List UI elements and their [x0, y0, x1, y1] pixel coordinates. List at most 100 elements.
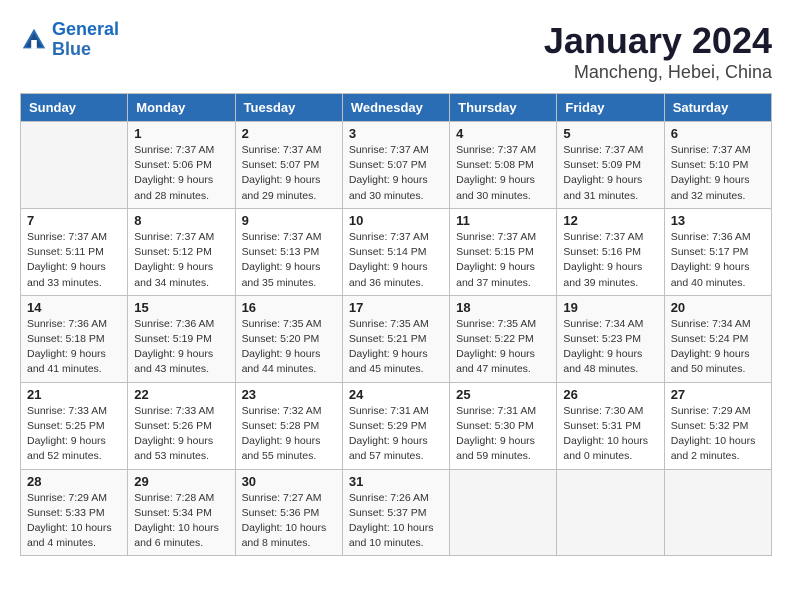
- day-info: Sunrise: 7:37 AM Sunset: 5:08 PM Dayligh…: [456, 143, 550, 204]
- day-info: Sunrise: 7:37 AM Sunset: 5:06 PM Dayligh…: [134, 143, 228, 204]
- day-number: 6: [671, 126, 765, 141]
- day-info: Sunrise: 7:34 AM Sunset: 5:24 PM Dayligh…: [671, 317, 765, 378]
- weekday-header-wednesday: Wednesday: [342, 94, 449, 122]
- day-number: 20: [671, 300, 765, 315]
- calendar-cell: [664, 469, 771, 556]
- logo-line1: General: [52, 19, 119, 39]
- location-title: Mancheng, Hebei, China: [544, 62, 772, 83]
- calendar-cell: 20 Sunrise: 7:34 AM Sunset: 5:24 PM Dayli…: [664, 295, 771, 382]
- day-number: 12: [563, 213, 657, 228]
- weekday-header-saturday: Saturday: [664, 94, 771, 122]
- header: General Blue January 2024 Mancheng, Hebe…: [20, 20, 772, 83]
- day-info: Sunrise: 7:26 AM Sunset: 5:37 PM Dayligh…: [349, 491, 443, 552]
- day-number: 1: [134, 126, 228, 141]
- weekday-header-sunday: Sunday: [21, 94, 128, 122]
- day-info: Sunrise: 7:37 AM Sunset: 5:12 PM Dayligh…: [134, 230, 228, 291]
- month-title: January 2024: [544, 20, 772, 62]
- calendar-cell: 30 Sunrise: 7:27 AM Sunset: 5:36 PM Dayli…: [235, 469, 342, 556]
- week-row-1: 1 Sunrise: 7:37 AM Sunset: 5:06 PM Daylig…: [21, 122, 772, 209]
- day-number: 22: [134, 387, 228, 402]
- calendar-cell: 6Sunrise: 7:37 AM Sunset: 5:10 PM Daylig…: [664, 122, 771, 209]
- calendar-cell: 25 Sunrise: 7:31 AM Sunset: 5:30 PM Dayli…: [450, 382, 557, 469]
- title-block: January 2024 Mancheng, Hebei, China: [544, 20, 772, 83]
- day-number: 4: [456, 126, 550, 141]
- day-number: 17: [349, 300, 443, 315]
- day-info: Sunrise: 7:33 AM Sunset: 5:26 PM Dayligh…: [134, 404, 228, 465]
- day-info: Sunrise: 7:35 AM Sunset: 5:21 PM Dayligh…: [349, 317, 443, 378]
- day-info: Sunrise: 7:27 AM Sunset: 5:36 PM Dayligh…: [242, 491, 336, 552]
- day-number: 18: [456, 300, 550, 315]
- day-info: Sunrise: 7:35 AM Sunset: 5:20 PM Dayligh…: [242, 317, 336, 378]
- day-number: 30: [242, 474, 336, 489]
- calendar-cell: [21, 122, 128, 209]
- calendar-cell: 21 Sunrise: 7:33 AM Sunset: 5:25 PM Dayli…: [21, 382, 128, 469]
- week-row-2: 7 Sunrise: 7:37 AM Sunset: 5:11 PM Daylig…: [21, 208, 772, 295]
- day-number: 11: [456, 213, 550, 228]
- day-info: Sunrise: 7:29 AM Sunset: 5:33 PM Dayligh…: [27, 491, 121, 552]
- weekday-header-thursday: Thursday: [450, 94, 557, 122]
- day-info: Sunrise: 7:37 AM Sunset: 5:11 PM Dayligh…: [27, 230, 121, 291]
- day-info: Sunrise: 7:37 AM Sunset: 5:13 PM Dayligh…: [242, 230, 336, 291]
- weekday-header-row: SundayMondayTuesdayWednesdayThursdayFrid…: [21, 94, 772, 122]
- logo-text: General Blue: [52, 20, 119, 60]
- day-info: Sunrise: 7:33 AM Sunset: 5:25 PM Dayligh…: [27, 404, 121, 465]
- day-number: 21: [27, 387, 121, 402]
- calendar-cell: 1 Sunrise: 7:37 AM Sunset: 5:06 PM Daylig…: [128, 122, 235, 209]
- day-number: 7: [27, 213, 121, 228]
- calendar-cell: [450, 469, 557, 556]
- calendar-cell: 19Sunrise: 7:34 AM Sunset: 5:23 PM Dayli…: [557, 295, 664, 382]
- day-number: 28: [27, 474, 121, 489]
- day-number: 29: [134, 474, 228, 489]
- day-number: 16: [242, 300, 336, 315]
- day-info: Sunrise: 7:37 AM Sunset: 5:07 PM Dayligh…: [349, 143, 443, 204]
- calendar-cell: 17 Sunrise: 7:35 AM Sunset: 5:21 PM Dayli…: [342, 295, 449, 382]
- day-info: Sunrise: 7:28 AM Sunset: 5:34 PM Dayligh…: [134, 491, 228, 552]
- calendar-cell: 14 Sunrise: 7:36 AM Sunset: 5:18 PM Dayli…: [21, 295, 128, 382]
- day-info: Sunrise: 7:36 AM Sunset: 5:17 PM Dayligh…: [671, 230, 765, 291]
- weekday-header-friday: Friday: [557, 94, 664, 122]
- day-info: Sunrise: 7:36 AM Sunset: 5:19 PM Dayligh…: [134, 317, 228, 378]
- day-number: 25: [456, 387, 550, 402]
- day-info: Sunrise: 7:31 AM Sunset: 5:30 PM Dayligh…: [456, 404, 550, 465]
- day-number: 13: [671, 213, 765, 228]
- weekday-header-tuesday: Tuesday: [235, 94, 342, 122]
- day-info: Sunrise: 7:34 AM Sunset: 5:23 PM Dayligh…: [563, 317, 657, 378]
- calendar-cell: 26Sunrise: 7:30 AM Sunset: 5:31 PM Dayli…: [557, 382, 664, 469]
- calendar-cell: 2Sunrise: 7:37 AM Sunset: 5:07 PM Daylig…: [235, 122, 342, 209]
- day-info: Sunrise: 7:36 AM Sunset: 5:18 PM Dayligh…: [27, 317, 121, 378]
- day-info: Sunrise: 7:32 AM Sunset: 5:28 PM Dayligh…: [242, 404, 336, 465]
- day-number: 8: [134, 213, 228, 228]
- day-info: Sunrise: 7:35 AM Sunset: 5:22 PM Dayligh…: [456, 317, 550, 378]
- calendar-cell: 3 Sunrise: 7:37 AM Sunset: 5:07 PM Daylig…: [342, 122, 449, 209]
- day-number: 3: [349, 126, 443, 141]
- day-number: 31: [349, 474, 443, 489]
- logo: General Blue: [20, 20, 119, 60]
- day-number: 9: [242, 213, 336, 228]
- calendar-cell: 12Sunrise: 7:37 AM Sunset: 5:16 PM Dayli…: [557, 208, 664, 295]
- calendar-cell: 24 Sunrise: 7:31 AM Sunset: 5:29 PM Dayli…: [342, 382, 449, 469]
- day-number: 24: [349, 387, 443, 402]
- day-number: 2: [242, 126, 336, 141]
- day-number: 14: [27, 300, 121, 315]
- day-number: 27: [671, 387, 765, 402]
- day-info: Sunrise: 7:31 AM Sunset: 5:29 PM Dayligh…: [349, 404, 443, 465]
- calendar-cell: 18 Sunrise: 7:35 AM Sunset: 5:22 PM Dayli…: [450, 295, 557, 382]
- day-number: 26: [563, 387, 657, 402]
- calendar-cell: 22 Sunrise: 7:33 AM Sunset: 5:26 PM Dayli…: [128, 382, 235, 469]
- calendar-cell: 16 Sunrise: 7:35 AM Sunset: 5:20 PM Dayli…: [235, 295, 342, 382]
- calendar-cell: 23Sunrise: 7:32 AM Sunset: 5:28 PM Dayli…: [235, 382, 342, 469]
- day-number: 15: [134, 300, 228, 315]
- calendar-cell: 8 Sunrise: 7:37 AM Sunset: 5:12 PM Daylig…: [128, 208, 235, 295]
- day-info: Sunrise: 7:37 AM Sunset: 5:14 PM Dayligh…: [349, 230, 443, 291]
- calendar-cell: 15 Sunrise: 7:36 AM Sunset: 5:19 PM Dayli…: [128, 295, 235, 382]
- calendar-cell: 7 Sunrise: 7:37 AM Sunset: 5:11 PM Daylig…: [21, 208, 128, 295]
- calendar-cell: 11 Sunrise: 7:37 AM Sunset: 5:15 PM Dayli…: [450, 208, 557, 295]
- week-row-4: 21 Sunrise: 7:33 AM Sunset: 5:25 PM Dayli…: [21, 382, 772, 469]
- calendar-cell: 9 Sunrise: 7:37 AM Sunset: 5:13 PM Daylig…: [235, 208, 342, 295]
- week-row-3: 14 Sunrise: 7:36 AM Sunset: 5:18 PM Dayli…: [21, 295, 772, 382]
- logo-line2: Blue: [52, 39, 91, 59]
- calendar-cell: 27Sunrise: 7:29 AM Sunset: 5:32 PM Dayli…: [664, 382, 771, 469]
- calendar-cell: 5Sunrise: 7:37 AM Sunset: 5:09 PM Daylig…: [557, 122, 664, 209]
- day-info: Sunrise: 7:37 AM Sunset: 5:15 PM Dayligh…: [456, 230, 550, 291]
- weekday-header-monday: Monday: [128, 94, 235, 122]
